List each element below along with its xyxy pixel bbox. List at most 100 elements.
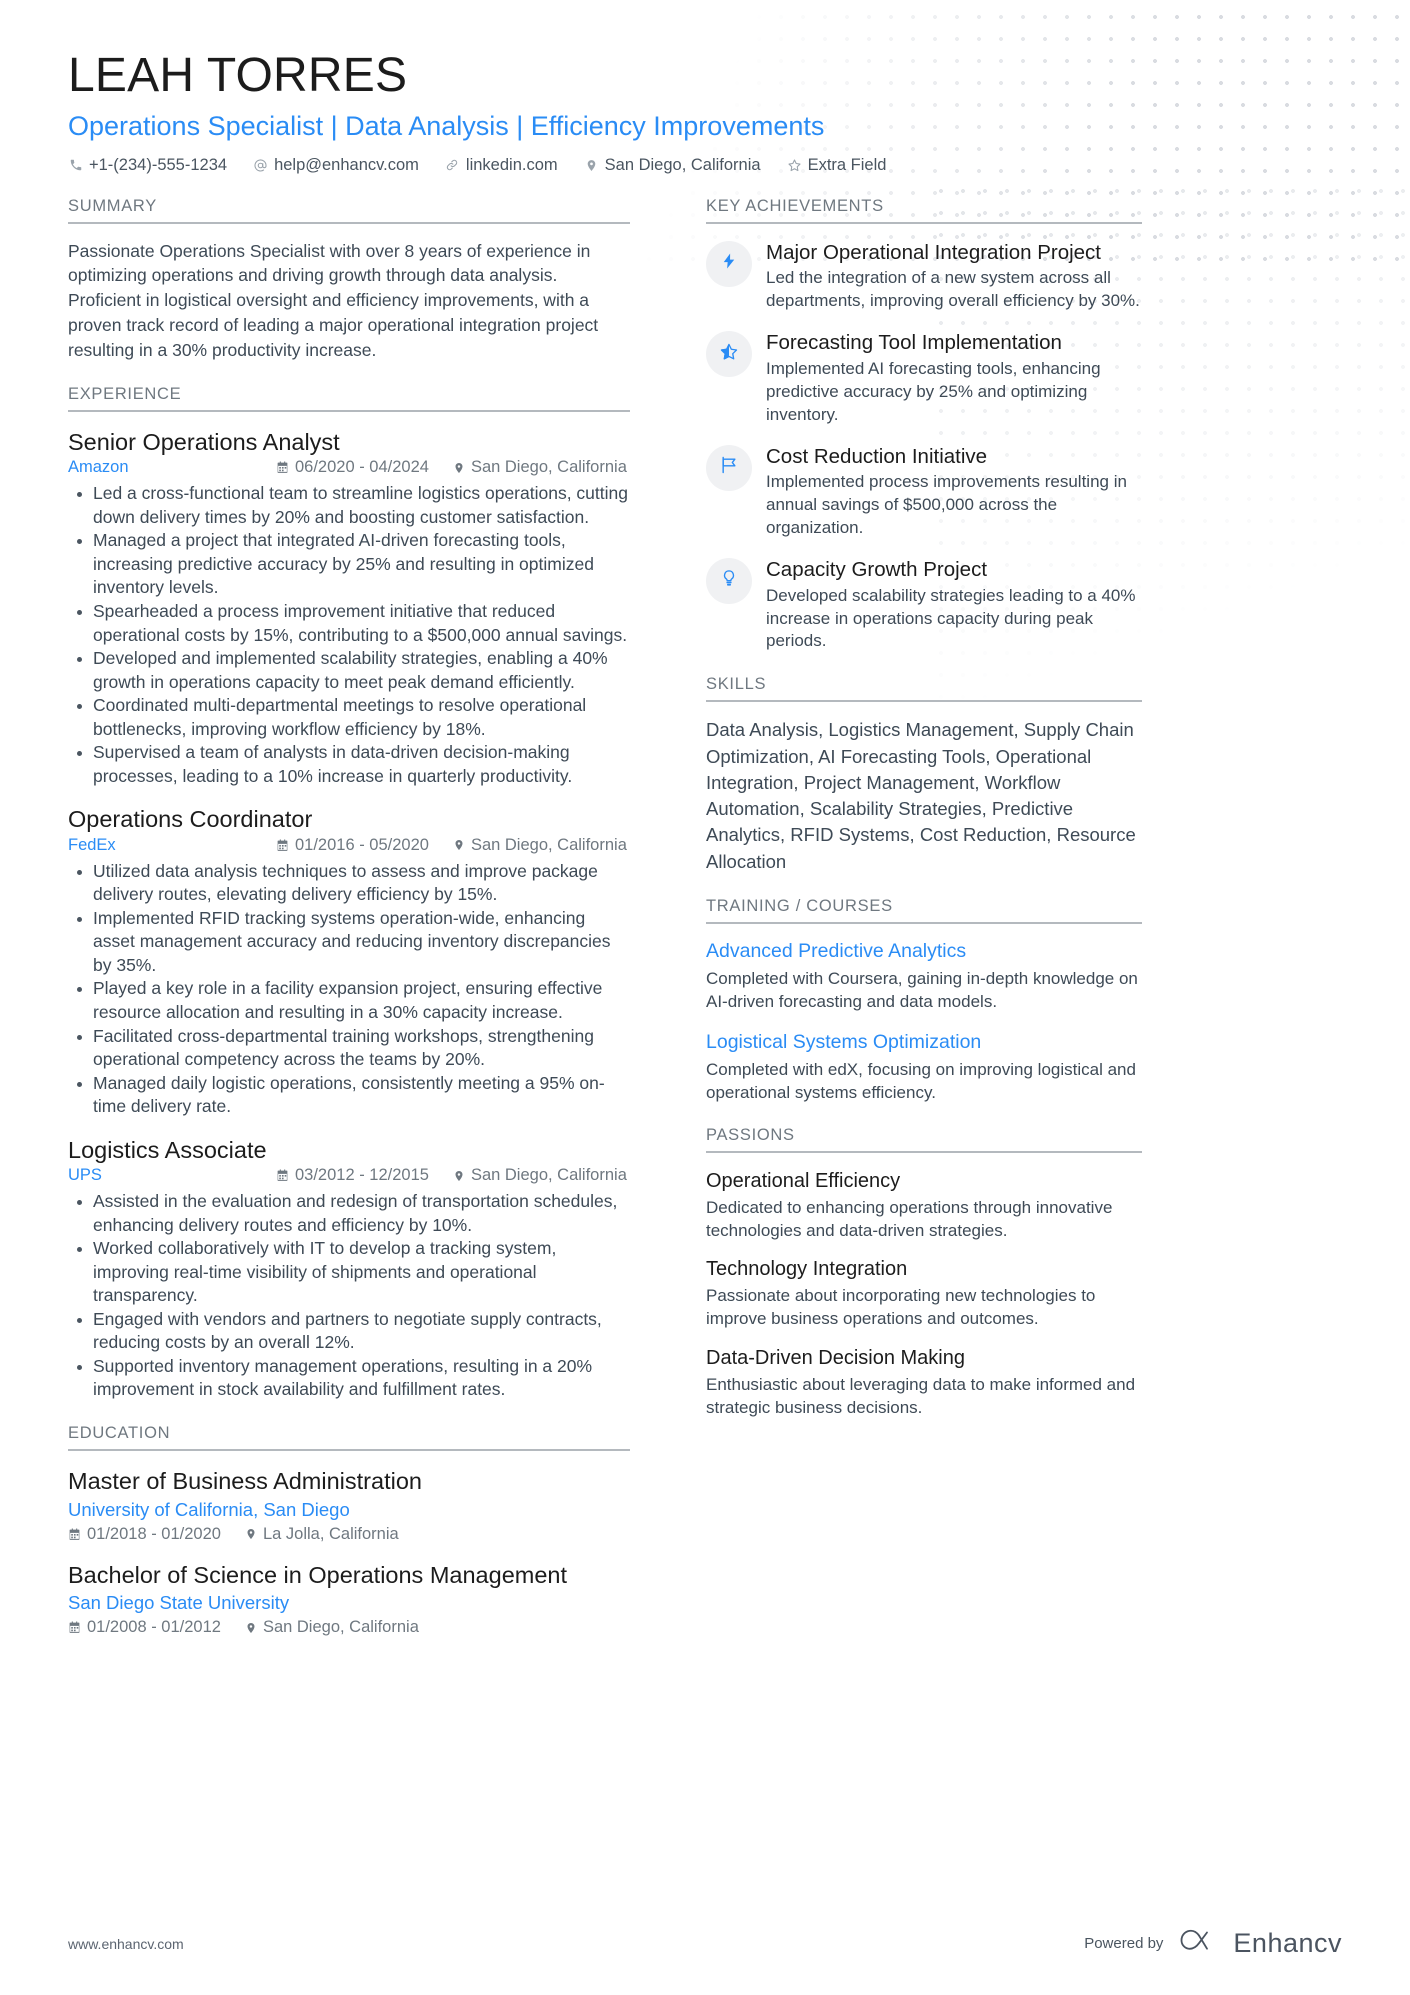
list-item: Engaged with vendors and partners to neg… bbox=[68, 1308, 630, 1355]
education-dates-text: 01/2008 - 01/2012 bbox=[87, 1618, 221, 1637]
experience-location: San Diego, California bbox=[453, 1166, 627, 1185]
education-entry: Master of Business Administration Univer… bbox=[68, 1466, 630, 1544]
summary-text: Passionate Operations Specialist with ov… bbox=[68, 240, 599, 360]
course-title[interactable]: Advanced Predictive Analytics bbox=[706, 939, 1142, 964]
achievement-body: Major Operational Integration Project Le… bbox=[766, 239, 1142, 314]
experience-dates-text: 03/2012 - 12/2015 bbox=[295, 1166, 429, 1185]
passion-item: Technology Integration Passionate about … bbox=[706, 1256, 1142, 1330]
education-location-text: San Diego, California bbox=[262, 1618, 419, 1637]
list-item: Facilitated cross-departmental training … bbox=[68, 1025, 630, 1072]
enhancv-brand: Enhancv bbox=[1177, 1928, 1342, 1959]
resume-page: LEAH TORRES Operations Specialist | Data… bbox=[0, 0, 1410, 1995]
section-education: EDUCATION Master of Business Administrat… bbox=[68, 1424, 630, 1637]
list-item: Implemented RFID tracking systems operat… bbox=[68, 907, 630, 978]
course-title[interactable]: Logistical Systems Optimization bbox=[706, 1030, 1142, 1055]
passion-title: Data-Driven Decision Making bbox=[706, 1346, 965, 1369]
education-location-text: La Jolla, California bbox=[262, 1524, 399, 1543]
education-section-title: EDUCATION bbox=[68, 1424, 630, 1451]
achievement-title: Capacity Growth Project bbox=[766, 557, 988, 581]
experience-meta: FedEx 01/2016 - 05/2020 San Diego, Calif… bbox=[68, 836, 630, 855]
experience-section-title: EXPERIENCE bbox=[68, 385, 630, 412]
calendar-icon bbox=[68, 1621, 81, 1634]
experience-bullets: Led a cross-functional team to streamlin… bbox=[68, 482, 630, 788]
experience-company[interactable]: UPS bbox=[68, 1166, 276, 1185]
calendar-icon bbox=[276, 461, 289, 474]
page-footer: www.enhancv.com Powered by Enhancv bbox=[68, 1928, 1342, 1959]
section-key-achievements: KEY ACHIEVEMENTS Major Operational Integ… bbox=[706, 197, 1142, 654]
passion-description: Passionate about incorporating new techn… bbox=[706, 1286, 1096, 1329]
education-dates: 01/2018 - 01/2020 bbox=[68, 1525, 221, 1544]
passion-description: Dedicated to enhancing operations throug… bbox=[706, 1198, 1113, 1241]
experience-role: Operations Coordinator bbox=[68, 806, 313, 833]
achievement-body: Capacity Growth Project Developed scalab… bbox=[766, 556, 1142, 653]
left-column: SUMMARY Passionate Operations Specialist… bbox=[68, 197, 668, 1659]
course-item: Advanced Predictive Analytics Completed … bbox=[706, 939, 1142, 1014]
experience-entry: Logistics Associate UPS 03/2012 - 12/201… bbox=[68, 1135, 630, 1402]
education-meta: 01/2008 - 01/2012 San Diego, California bbox=[68, 1618, 630, 1637]
flag-icon bbox=[719, 455, 739, 480]
contact-location-text: San Diego, California bbox=[604, 155, 761, 174]
lightbulb-icon bbox=[720, 569, 738, 592]
experience-company[interactable]: Amazon bbox=[68, 458, 276, 477]
achievement-item: Forecasting Tool Implementation Implemen… bbox=[706, 329, 1142, 426]
calendar-icon bbox=[276, 1169, 289, 1182]
list-item: Supervised a team of analysts in data-dr… bbox=[68, 741, 630, 788]
location-pin-icon bbox=[453, 838, 465, 852]
achievement-body: Forecasting Tool Implementation Implemen… bbox=[766, 329, 1142, 426]
course-description: Completed with edX, focusing on improvin… bbox=[706, 1059, 1136, 1102]
contact-extra-field-text: Extra Field bbox=[807, 155, 887, 174]
section-experience: EXPERIENCE Senior Operations Analyst Ama… bbox=[68, 385, 630, 1402]
experience-location-text: San Diego, California bbox=[470, 835, 627, 854]
achievement-title: Major Operational Integration Project bbox=[766, 240, 1102, 264]
experience-bullets: Assisted in the evaluation and redesign … bbox=[68, 1190, 630, 1402]
experience-dates: 06/2020 - 04/2024 bbox=[276, 458, 429, 477]
experience-location-text: San Diego, California bbox=[470, 458, 627, 477]
contact-link-text: linkedin.com bbox=[465, 155, 558, 174]
contact-location[interactable]: San Diego, California bbox=[584, 156, 761, 175]
experience-location: San Diego, California bbox=[453, 836, 627, 855]
experience-bullets: Utilized data analysis techniques to ass… bbox=[68, 860, 630, 1119]
contact-extra-field[interactable]: Extra Field bbox=[787, 155, 887, 175]
contact-phone[interactable]: +1-(234)-555-1234 bbox=[68, 156, 227, 175]
contact-phone-text: +1-(234)-555-1234 bbox=[89, 155, 228, 174]
link-icon bbox=[445, 158, 460, 173]
education-meta: 01/2018 - 01/2020 La Jolla, California bbox=[68, 1525, 630, 1544]
experience-dates-text: 06/2020 - 04/2024 bbox=[295, 458, 429, 477]
location-pin-icon bbox=[453, 1169, 465, 1183]
candidate-headline: Operations Specialist | Data Analysis | … bbox=[68, 110, 825, 141]
experience-dates: 03/2012 - 12/2015 bbox=[276, 1166, 429, 1185]
achievements-section-title: KEY ACHIEVEMENTS bbox=[706, 197, 1142, 224]
location-pin-icon bbox=[245, 1527, 257, 1541]
experience-dates: 01/2016 - 05/2020 bbox=[276, 836, 429, 855]
footer-url[interactable]: www.enhancv.com bbox=[68, 1936, 184, 1952]
passion-description: Enthusiastic about leveraging data to ma… bbox=[706, 1374, 1136, 1417]
enhancv-logo-icon bbox=[1177, 1928, 1223, 1959]
achievement-description: Implemented process improvements resulti… bbox=[766, 472, 1127, 537]
passion-title: Operational Efficiency bbox=[706, 1170, 901, 1193]
enhancv-brand-name: Enhancv bbox=[1233, 1928, 1342, 1958]
experience-location: San Diego, California bbox=[453, 458, 627, 477]
passions-section-title: PASSIONS bbox=[706, 1126, 1142, 1154]
achievement-item: Capacity Growth Project Developed scalab… bbox=[706, 556, 1142, 653]
star-icon bbox=[719, 342, 739, 367]
section-training-courses: TRAINING / COURSES Advanced Predictive A… bbox=[706, 897, 1142, 1104]
location-pin-icon bbox=[245, 1621, 257, 1635]
location-pin-icon bbox=[453, 461, 465, 475]
education-degree: Bachelor of Science in Operations Manage… bbox=[68, 1561, 568, 1588]
list-item: Led a cross-functional team to streamlin… bbox=[68, 482, 630, 529]
list-item: Worked collaboratively with IT to develo… bbox=[68, 1237, 630, 1308]
achievement-icon-badge bbox=[706, 444, 752, 491]
experience-company[interactable]: FedEx bbox=[68, 836, 276, 855]
education-school[interactable]: San Diego State University bbox=[68, 1592, 630, 1614]
course-description: Completed with Coursera, gaining in-dept… bbox=[706, 969, 1138, 1012]
contact-row: +1-(234)-555-1234 help@enhancv.com linke… bbox=[68, 156, 1342, 175]
contact-link[interactable]: linkedin.com bbox=[445, 156, 558, 175]
contact-email[interactable]: help@enhancv.com bbox=[253, 156, 419, 175]
achievement-icon-badge bbox=[706, 331, 752, 378]
experience-location-text: San Diego, California bbox=[470, 1166, 627, 1185]
achievement-description: Implemented AI forecasting tools, enhanc… bbox=[766, 358, 1101, 424]
education-school[interactable]: University of California, San Diego bbox=[68, 1499, 630, 1521]
summary-section-title: SUMMARY bbox=[68, 197, 630, 224]
resume-header: LEAH TORRES Operations Specialist | Data… bbox=[68, 48, 1342, 175]
skills-section-title: SKILLS bbox=[706, 675, 1142, 703]
